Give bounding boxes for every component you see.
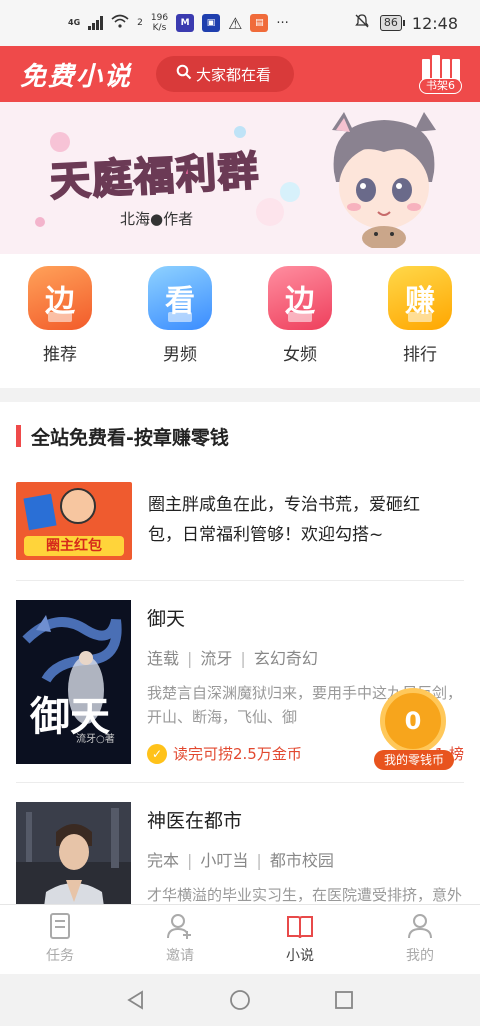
ranking-icon: 赚 [388, 266, 452, 330]
category-female[interactable]: 边 女频 [240, 266, 360, 376]
book-status: 完本 [147, 851, 180, 870]
category-label: 男频 [163, 345, 197, 365]
promo-text: 圈主胖咸鱼在此，专治书荒，爱砸红包，日常福利管够！欢迎勾搭~ [148, 495, 420, 545]
reward-text: 读完可捞2.5万金币 [173, 745, 302, 763]
book-author: 流牙 [200, 649, 233, 668]
tab-profile[interactable]: 我的 [360, 905, 480, 974]
book-genre: 玄幻奇幻 [253, 649, 318, 668]
tab-label: 小说 [286, 948, 314, 964]
tab-label: 我的 [406, 948, 434, 964]
warning-icon: ⚠ [228, 13, 243, 33]
search-placeholder: 大家都在看 [196, 65, 272, 84]
tab-invite[interactable]: 邀请 [120, 905, 240, 974]
book-icon [287, 916, 313, 939]
category-male[interactable]: 看 男频 [120, 266, 240, 376]
system-nav-bar [0, 974, 480, 1026]
banner-subtitle: 北海●作者 [120, 210, 194, 228]
category-label: 排行 [403, 345, 437, 365]
book-tags: 完本 | 小叮当 | 都市校园 [147, 851, 334, 870]
bookshelf-icon [421, 54, 460, 81]
book-tags: 连载 | 流牙 | 玄幻奇幻 [147, 649, 318, 668]
tab-novel[interactable]: 小说 [240, 905, 360, 974]
book-title: 御天 [147, 608, 186, 630]
tab-label: 任务 [46, 948, 74, 964]
promo-banner[interactable]: 天庭福利群 北海●作者 [0, 102, 480, 254]
wifi-level: 2 [137, 18, 143, 28]
network-speed: 196 K/s [151, 13, 168, 33]
book-cover: 御天 流牙○著 [16, 600, 131, 764]
section-accent-bar [16, 425, 21, 447]
speed-unit: K/s [152, 23, 167, 33]
category-recommend[interactable]: 边 推荐 [0, 266, 120, 376]
section-title: 全站免费看-按章赚零钱 [16, 424, 229, 449]
coin-icon: ✓ [147, 743, 167, 764]
promo-item[interactable]: 圈主红包 圈主胖咸鱼在此，专治书荒，爱砸红包，日常福利管够！欢迎勾搭~ [16, 482, 464, 562]
book-status: 连载 [147, 649, 180, 668]
wifi-icon [111, 14, 129, 32]
app-notification-icon: ▤ [250, 14, 269, 32]
bottom-tab-bar: 任务 邀请 小说 我的 [0, 904, 480, 974]
app-header: 免费小说 大家都在看 书架6 [0, 46, 480, 102]
network-type: 4G [68, 18, 81, 27]
speed-value: 196 [150, 13, 169, 23]
search-icon [176, 64, 192, 84]
my-coins-button[interactable]: 0 我的零钱币 [374, 688, 454, 778]
book-author: 小叮当 [200, 851, 249, 870]
app-logo: 免费小说 [20, 61, 133, 92]
section-divider [0, 388, 480, 402]
more-notifications-icon: ··· [276, 15, 289, 31]
profile-icon [408, 914, 432, 939]
category-label: 女频 [283, 345, 317, 365]
home-icon[interactable] [228, 988, 252, 1012]
search-bar[interactable]: 大家都在看 [156, 56, 295, 92]
task-icon [50, 913, 70, 939]
bookshelf-label: 书架6 [419, 77, 462, 94]
mute-icon [354, 13, 370, 33]
promo-thumbnail: 圈主红包 [16, 482, 132, 560]
tab-label: 邀请 [166, 948, 194, 964]
book-genre: 都市校园 [269, 851, 334, 870]
app-notification-icon: M [176, 14, 195, 32]
male-channel-icon: 看 [148, 266, 212, 330]
list-separator [16, 580, 464, 581]
list-separator [16, 782, 464, 783]
banner-title: 天庭福利群 [48, 148, 262, 207]
book-title: 神医在都市 [147, 810, 243, 832]
category-row: 边 推荐 看 男频 边 女频 赚 排行 [0, 266, 480, 376]
app-notification-icon: ▣ [202, 14, 221, 32]
female-channel-icon: 边 [268, 266, 332, 330]
status-bar: 4G 2 196 K/s M ▣ ⚠ ▤ ··· 86 12:48 [0, 0, 480, 46]
promo-tag: 圈主红包 [24, 536, 124, 556]
recents-icon[interactable] [332, 988, 356, 1012]
invite-icon [167, 914, 191, 939]
signal-icon [88, 16, 104, 30]
tab-task[interactable]: 任务 [0, 905, 120, 974]
category-label: 推荐 [43, 345, 77, 365]
section-title-text: 全站免费看-按章赚零钱 [31, 426, 229, 449]
recommend-icon: 边 [28, 266, 92, 330]
coin-label: 我的零钱币 [374, 750, 454, 770]
back-icon[interactable] [124, 988, 148, 1012]
bookshelf-button[interactable]: 书架6 [419, 54, 462, 94]
coin-balance: 0 [380, 688, 446, 754]
category-ranking[interactable]: 赚 排行 [360, 266, 480, 376]
battery-icon: 86 [379, 15, 405, 31]
character-illustration [60, 488, 96, 524]
clock: 12:48 [411, 13, 458, 33]
anime-character-illustration [332, 112, 436, 248]
cover-author: 流牙○著 [76, 734, 115, 745]
book-illustration [23, 493, 57, 531]
